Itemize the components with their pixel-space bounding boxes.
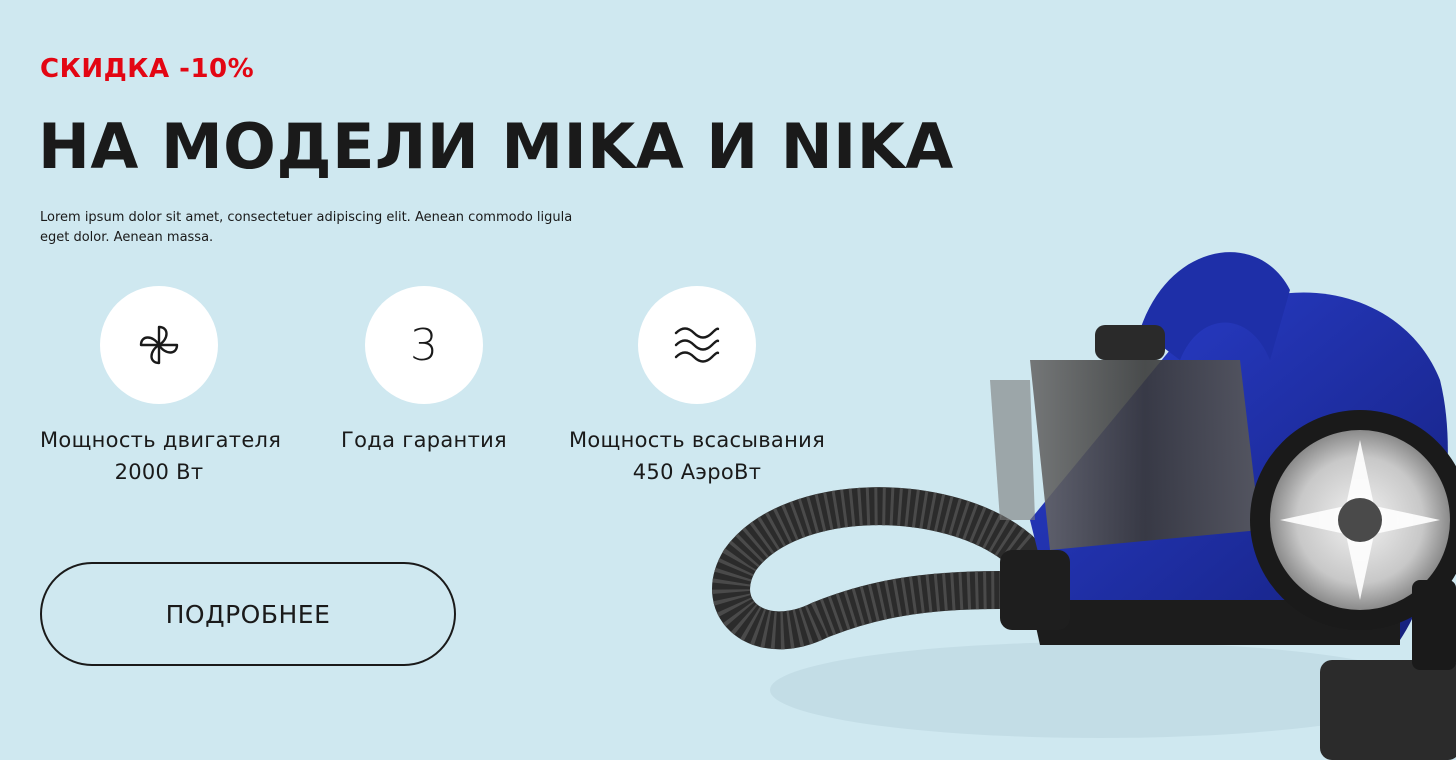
feature-label: Мощность двигателя 2000 Вт xyxy=(40,424,282,488)
promo-banner: СКИДКА -10% НА МОДЕЛИ MIKA И NIKA Lorem … xyxy=(0,0,1456,760)
promo-description: Lorem ipsum dolor sit amet, consectetuer… xyxy=(40,210,573,245)
discount-label: СКИДКА -10% xyxy=(40,54,255,84)
warranty-years-number: 3 xyxy=(410,319,438,371)
feature-value: 2000 Вт xyxy=(114,460,204,484)
vacuum-cleaner-image xyxy=(712,252,1456,760)
feature-label: Года гарантия xyxy=(340,424,508,456)
feature-title: Мощность двигателя xyxy=(40,428,282,452)
promo-headline: НА МОДЕЛИ MIKA И NIKA xyxy=(38,110,954,183)
feature-icon-circle: 3 xyxy=(365,286,483,404)
details-button[interactable]: ПОДРОБНЕЕ xyxy=(40,562,456,666)
floor-nozzle xyxy=(1320,660,1456,760)
feature-title: Года гарантия xyxy=(341,428,507,452)
feature-icon-circle xyxy=(100,286,218,404)
feature-warranty: 3 Года гарантия xyxy=(340,286,508,456)
feature-engine-power: Мощность двигателя 2000 Вт xyxy=(40,286,282,488)
dust-bin xyxy=(1030,360,1260,550)
fan-icon xyxy=(139,325,179,365)
